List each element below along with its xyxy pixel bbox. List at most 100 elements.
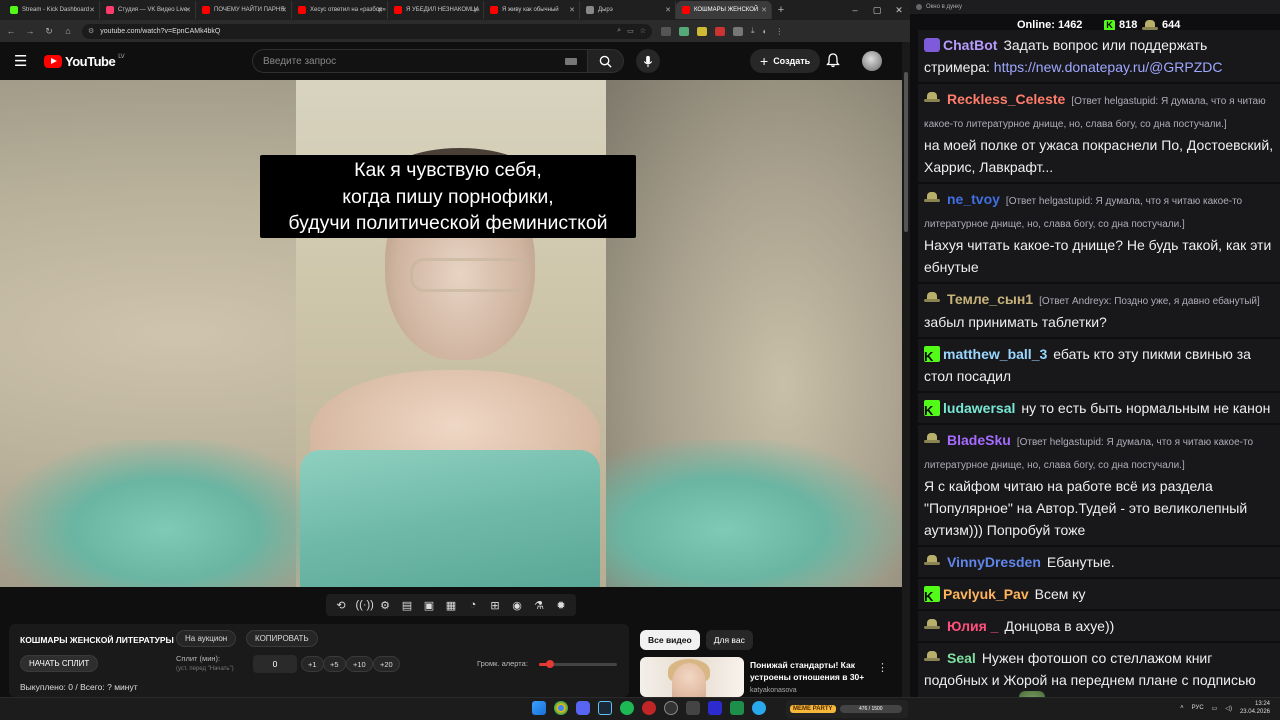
- cast-icon[interactable]: ▭: [627, 27, 634, 35]
- menu-icon[interactable]: ⋮: [775, 27, 783, 36]
- extension-icon[interactable]: [697, 26, 707, 36]
- reload-icon[interactable]: ↻: [44, 26, 54, 37]
- broadcast-icon[interactable]: ((·)): [356, 599, 374, 611]
- steam-icon[interactable]: [598, 701, 612, 715]
- network-icon[interactable]: ▭: [1212, 705, 1218, 712]
- picture-in-picture-icon[interactable]: ▣: [422, 599, 437, 612]
- youtube-logo[interactable]: YouTube LV: [44, 54, 125, 69]
- to-auction-button[interactable]: На аукцион: [176, 630, 237, 647]
- close-icon[interactable]: ✕: [888, 0, 910, 20]
- split-minutes-input[interactable]: 0: [253, 655, 297, 673]
- zoom-icon[interactable]: ⌕: [617, 27, 621, 35]
- search-input[interactable]: Введите запрос: [252, 49, 588, 73]
- chat-link[interactable]: https://new.donatepay.ru/@GRPZDC: [994, 59, 1223, 75]
- chat-username[interactable]: VinnyDresden: [947, 554, 1041, 570]
- chat-username[interactable]: Seal: [947, 650, 976, 666]
- recommended-video[interactable]: Понижай стандарты! Как устроены отношени…: [640, 657, 902, 697]
- alert-volume-slider[interactable]: [539, 660, 617, 668]
- tab-close-icon[interactable]: ✕: [185, 6, 191, 14]
- meme-party-widget[interactable]: MEME PARTY 476 / 1500: [786, 700, 908, 718]
- browser-tab[interactable]: Я живу как обычный ✕: [484, 1, 580, 19]
- site-info-icon[interactable]: ⚙: [88, 27, 94, 35]
- keyboard-icon[interactable]: [565, 57, 577, 65]
- address-bar[interactable]: ⚙ youtube.com/watch?v=EpnCAMk4bkQ ⌕ ▭ ☆: [82, 23, 652, 39]
- app-icon[interactable]: [730, 701, 744, 715]
- chat-username[interactable]: Юлия _: [947, 618, 998, 634]
- browser-tab[interactable]: КОШМАРЫ ЖЕНСКОЙ ✕: [676, 1, 772, 19]
- page-scrollbar[interactable]: [902, 42, 910, 697]
- recommended-video-title[interactable]: Понижай стандарты! Как устроены отношени…: [750, 659, 880, 683]
- chat-username[interactable]: Pavlyuk_Pav: [943, 586, 1029, 602]
- language-indicator[interactable]: РУС: [1192, 705, 1204, 711]
- discord-icon[interactable]: [576, 701, 590, 715]
- tab-close-icon[interactable]: ✕: [569, 6, 575, 14]
- browser-tab[interactable]: Студия — VK Видео Live ✕: [100, 1, 196, 19]
- forward-icon[interactable]: →: [25, 26, 35, 36]
- film-icon[interactable]: ▦: [444, 599, 459, 612]
- telegram-icon[interactable]: [752, 701, 766, 715]
- back-icon[interactable]: ←: [6, 26, 16, 36]
- loop-icon[interactable]: ⟲: [334, 599, 349, 612]
- chevron-up-icon[interactable]: ˄: [1180, 705, 1184, 711]
- spotify-icon[interactable]: [620, 701, 634, 715]
- windows-start-icon[interactable]: [532, 701, 546, 715]
- volume-icon[interactable]: ◁): [1225, 705, 1232, 712]
- download-icon[interactable]: ⤓: [751, 26, 755, 36]
- tab-close-icon[interactable]: ✕: [761, 6, 767, 14]
- flask-icon[interactable]: ⚗: [532, 599, 547, 612]
- add-10-minutes-button[interactable]: +10: [346, 656, 373, 672]
- clock[interactable]: 13:24 23.04.2026: [1240, 700, 1270, 716]
- copy-button[interactable]: КОПИРОВАТЬ: [246, 630, 318, 647]
- browser-tab[interactable]: Дырэ ✕: [580, 1, 676, 19]
- add-20-minutes-button[interactable]: +20: [373, 656, 400, 672]
- tab-close-icon[interactable]: ✕: [473, 6, 479, 14]
- voice-search-button[interactable]: [636, 49, 660, 73]
- chat-username[interactable]: matthew_ball_3: [943, 346, 1047, 362]
- browser-tab[interactable]: Я УБЕДИЛ НЕЗНАКОМЦА ✕: [388, 1, 484, 19]
- new-tab-icon[interactable]: +: [772, 4, 790, 16]
- chip-for-you[interactable]: Для вас: [705, 630, 753, 650]
- chat-username[interactable]: Reckless_Celeste: [947, 91, 1065, 107]
- video-thumbnail[interactable]: [640, 657, 744, 697]
- tab-close-icon[interactable]: ✕: [281, 6, 287, 14]
- gear-icon[interactable]: ✹: [554, 599, 569, 612]
- profile-icon[interactable]: ◐: [763, 27, 768, 36]
- more-options-icon[interactable]: ⋮: [877, 661, 888, 674]
- add-video-icon[interactable]: ⊞: [488, 599, 503, 612]
- hamburger-menu-icon[interactable]: ☰: [14, 52, 32, 70]
- chip-all-videos[interactable]: Все видео: [640, 630, 700, 650]
- create-button[interactable]: + Создать: [750, 49, 821, 73]
- start-split-button[interactable]: НАЧАТЬ СПЛИТ: [20, 655, 99, 672]
- extension-icon[interactable]: [733, 26, 743, 36]
- camera-icon[interactable]: ◉: [510, 599, 525, 612]
- alert-volume-knob[interactable]: [545, 660, 554, 668]
- minimize-icon[interactable]: –: [844, 0, 866, 20]
- notifications-button[interactable]: [826, 53, 840, 73]
- clapper-icon[interactable]: ▤: [400, 599, 415, 612]
- add-1-minute-button[interactable]: +1: [301, 656, 324, 672]
- browser-tab[interactable]: ПОЧЕМУ НАЙТИ ПАРНЯ ✕: [196, 1, 292, 19]
- avatar[interactable]: [862, 51, 882, 71]
- home-icon[interactable]: ⌂: [63, 26, 73, 36]
- scrollbar-thumb[interactable]: [904, 72, 908, 232]
- chrome-icon[interactable]: [554, 701, 568, 715]
- chat-username[interactable]: BladeSku: [947, 432, 1011, 448]
- star-icon[interactable]: ☆: [640, 27, 646, 35]
- tab-close-icon[interactable]: ✕: [89, 6, 95, 14]
- extension-icon[interactable]: [679, 26, 689, 36]
- settings-video-icon[interactable]: ⚙: [378, 599, 393, 612]
- chat-username[interactable]: ChatBot: [943, 37, 997, 53]
- speed-icon[interactable]: ◔: [466, 599, 481, 611]
- chat-username[interactable]: ne_tvoy: [947, 191, 1000, 207]
- obs-icon[interactable]: [664, 701, 678, 715]
- recommended-video-channel[interactable]: katyakonasova: [750, 687, 797, 694]
- extension-icon[interactable]: [661, 26, 671, 36]
- browser-tab[interactable]: Stream - Kick Dashboard ✕: [4, 1, 100, 19]
- browser-tab[interactable]: Хесус ответил на «разбор» ✕: [292, 1, 388, 19]
- app-icon[interactable]: [686, 701, 700, 715]
- extension-icon[interactable]: [715, 26, 725, 36]
- video-player-icon[interactable]: [708, 701, 722, 715]
- tab-close-icon[interactable]: ✕: [377, 6, 383, 14]
- tab-close-icon[interactable]: ✕: [665, 6, 671, 14]
- maximize-icon[interactable]: ▢: [866, 0, 888, 20]
